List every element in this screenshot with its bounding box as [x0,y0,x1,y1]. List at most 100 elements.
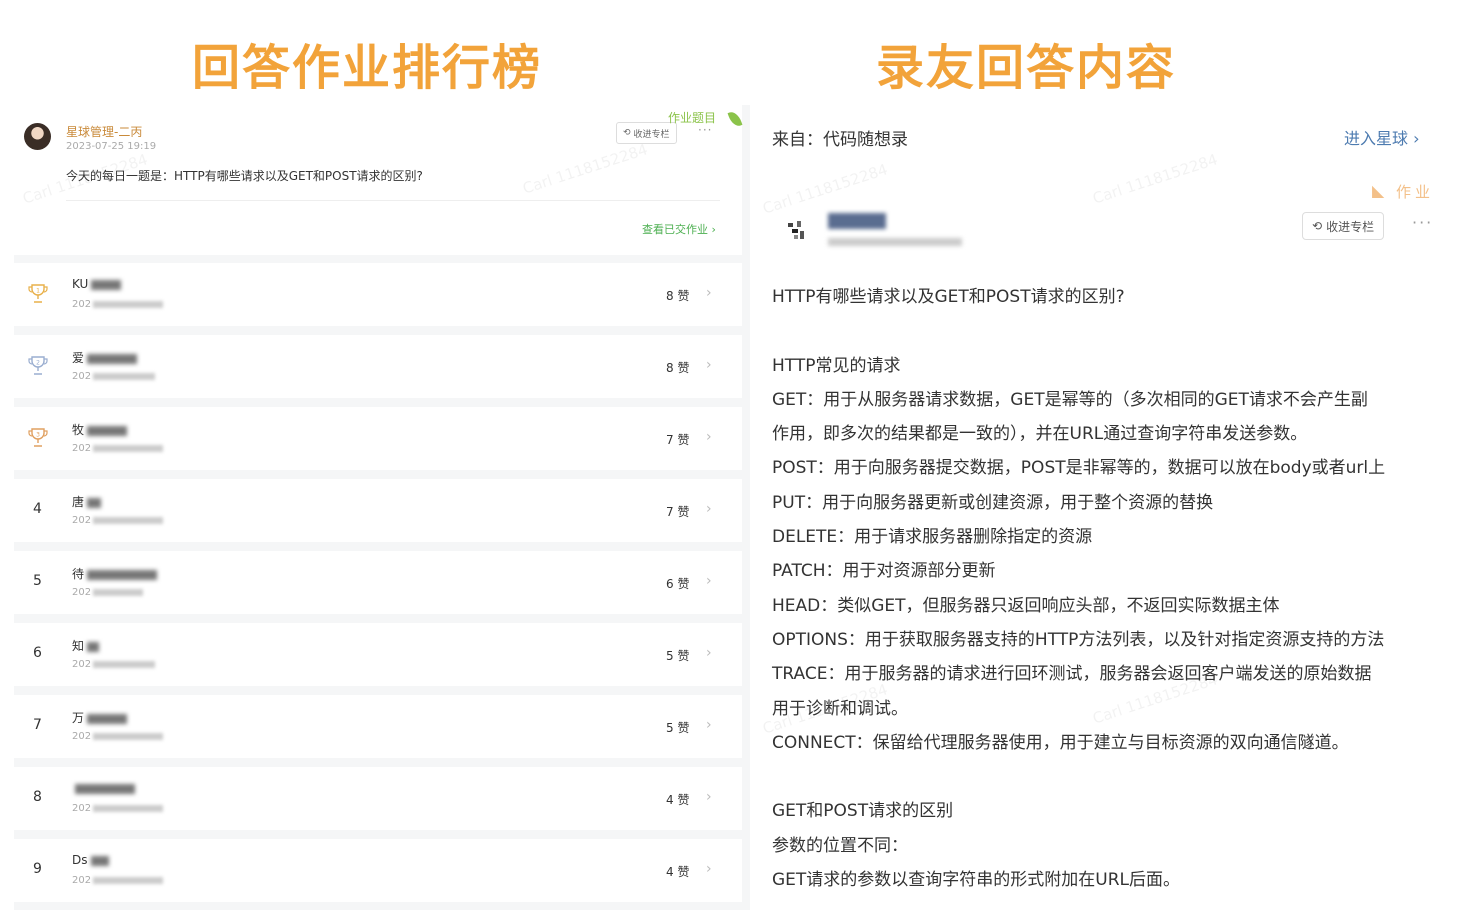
left-heading: 回答作业排行榜 [192,40,543,96]
rank-date: 202 [72,371,156,382]
homework-tag: 作业题目 [652,107,743,133]
content-line: 作用，即多次的结果都是一致的），并在URL通过查询字符串发送参数。 [772,424,1308,445]
content-line: OPTIONS：用于获取服务器支持的HTTP方法列表，以及针对指定资源支持的方法 [772,629,1385,650]
rank-user-name[interactable]: 唐 [72,493,102,510]
like-count: 4 赞 [666,865,690,879]
answer-panel: 来自：代码随想录 进入星球 › ◣ 作业 ⟲ 收进专栏 ··· HTTP有哪些请… [752,105,1476,910]
trophy-icon: 3 [26,426,50,450]
rank-date: 202 [72,299,164,310]
chevron-right-icon[interactable]: › [706,645,712,661]
rank-user-name[interactable]: 知 [72,637,100,654]
content-line: PUT：用于向服务器更新或创建资源，用于整个资源的替换 [772,492,1214,513]
rank-number: 8 [33,789,42,805]
enter-planet-link[interactable]: 进入星球 › [1344,125,1420,149]
chevron-right-icon[interactable]: › [706,501,712,517]
content-line: GET请求的参数以查询字符串的形式附加在URL后面。 [772,870,1181,891]
rank-number: 6 [33,645,42,661]
content-line: HEAD：类似GET，但服务器只返回响应头部，不返回实际数据主体 [772,595,1280,616]
like-count: 5 赞 [666,649,690,663]
view-submitted-link[interactable]: 查看已交作业 › [642,221,716,237]
user-avatar[interactable] [784,217,810,243]
rank-number: 4 [33,501,42,517]
collect-button-right[interactable]: ⟲ 收进专栏 [1302,212,1385,240]
content-line: HTTP有哪些请求以及GET和POST请求的区别? [772,287,1125,307]
chevron-right-icon[interactable]: › [706,573,712,589]
ranking-row[interactable]: 7 万 202 5 赞 › [14,695,742,758]
content-line: 用于诊断和调试。 [772,698,908,719]
user-time-redacted [828,238,962,246]
content-line: TRACE：用于服务器的请求进行回环测试，服务器会返回客户端发送的原始数据 [772,664,1372,685]
rank-date: 202 [72,875,164,886]
rank-user-name[interactable]: 爱 [72,349,138,366]
chevron-right-icon[interactable]: › [706,717,712,733]
chevron-right-icon[interactable]: › [706,861,712,877]
post-time: 2023-07-25 19:19 [66,141,157,152]
rank-date: 202 [72,443,164,454]
content-line: PATCH：用于对资源部分更新 [772,561,996,582]
rank-number: 7 [33,717,42,733]
rank-user-name[interactable]: 万 [72,709,128,726]
collect-icon: ⟲ [1312,219,1323,233]
ranking-row[interactable]: 3 牧 202 7 赞 › [14,407,742,470]
rank-date: 202 [72,803,164,814]
homework-post-card[interactable]: 星球管理-二丙 2023-07-25 19:19 ⟲ 收进专栏 ··· 作业题目… [14,105,743,255]
homework-tag-right: ◣ 作业 [1366,177,1466,207]
author-name[interactable]: 星球管理-二丙 [66,123,142,140]
leaf-icon [727,109,743,129]
like-count: 7 赞 [666,505,690,519]
right-heading: 录友回答内容 [876,40,1177,96]
rank-user-name[interactable]: Ds [72,853,109,867]
author-avatar[interactable] [24,123,51,150]
like-count: 8 赞 [666,361,690,375]
rank-date: 202 [72,587,144,598]
ranking-row[interactable]: 5 待 202 6 赞 › [14,551,742,614]
page: 回答作业排行榜 录友回答内容 星球管理-二丙 2023-07-25 19:19 … [0,0,1476,910]
content-line: DELETE：用于请求服务器删除指定的资源 [772,527,1093,548]
source-label: 来自：代码随想录 [772,130,908,150]
trophy-icon: 2 [26,354,50,378]
chevron-right-icon[interactable]: › [706,789,712,805]
collect-icon: ⟲ [623,128,631,138]
like-count: 6 赞 [666,577,690,591]
ranking-row[interactable]: 2 爱 202 8 赞 › [14,335,742,398]
like-count: 8 赞 [666,289,690,303]
post-question: 今天的每日一题是：HTTP有哪些请求以及GET和POST请求的区别? [66,169,423,183]
content-line: POST：用于向服务器提交数据，POST是非幂等的，数据可以放在body或者ur… [772,458,1386,479]
svg-text:1: 1 [36,288,40,295]
divider [66,200,720,201]
rank-number: 9 [33,861,42,877]
rank-number: 5 [33,573,42,589]
chevron-right-icon[interactable]: › [706,429,712,445]
chevron-right-icon[interactable]: › [706,285,712,301]
trophy-icon: 1 [26,282,50,306]
ranking-row[interactable]: 4 唐 202 7 赞 › [14,479,742,542]
rank-user-name[interactable] [72,781,135,795]
tag-icon: ◣ [1372,181,1385,200]
homework-tag-right-label: 作业 [1396,183,1435,201]
answer-content: HTTP有哪些请求以及GET和POST请求的区别? HTTP常见的请求 GET：用于… [772,285,1472,902]
rank-user-name[interactable]: 待 [72,565,158,582]
ranking-row[interactable]: 9 Ds 202 4 赞 › [14,839,742,902]
ranking-row[interactable]: 6 知 202 5 赞 › [14,623,742,686]
content-line: GET：用于从服务器请求数据，GET是幂等的（多次相同的GET请求不会产生副 [772,389,1368,410]
ranking-row[interactable]: 1 KU 202 8 赞 › [14,263,742,326]
like-count: 5 赞 [666,721,690,735]
rank-user-name[interactable]: KU [72,277,122,291]
svg-text:3: 3 [36,432,40,439]
more-options-icon-right[interactable]: ··· [1412,213,1433,232]
rank-date: 202 [72,659,156,670]
homework-tag-label: 作业题目 [668,111,717,125]
rank-user-name[interactable]: 牧 [72,421,128,438]
like-count: 4 赞 [666,793,690,807]
content-line: HTTP常见的请求 [772,355,901,376]
ranking-panel: 星球管理-二丙 2023-07-25 19:19 ⟲ 收进专栏 ··· 作业题目… [14,105,750,910]
content-line: GET和POST请求的区别 [772,801,954,822]
content-line [772,319,1472,353]
content-line [772,765,1472,799]
user-name-redacted [828,213,886,229]
svg-text:2: 2 [36,360,40,367]
chevron-right-icon[interactable]: › [706,357,712,373]
ranking-row[interactable]: 8 202 4 赞 › [14,767,742,830]
content-line: CONNECT：保留给代理服务器使用，用于建立与目标资源的双向通信隧道。 [772,732,1349,753]
rank-date: 202 [72,515,164,526]
